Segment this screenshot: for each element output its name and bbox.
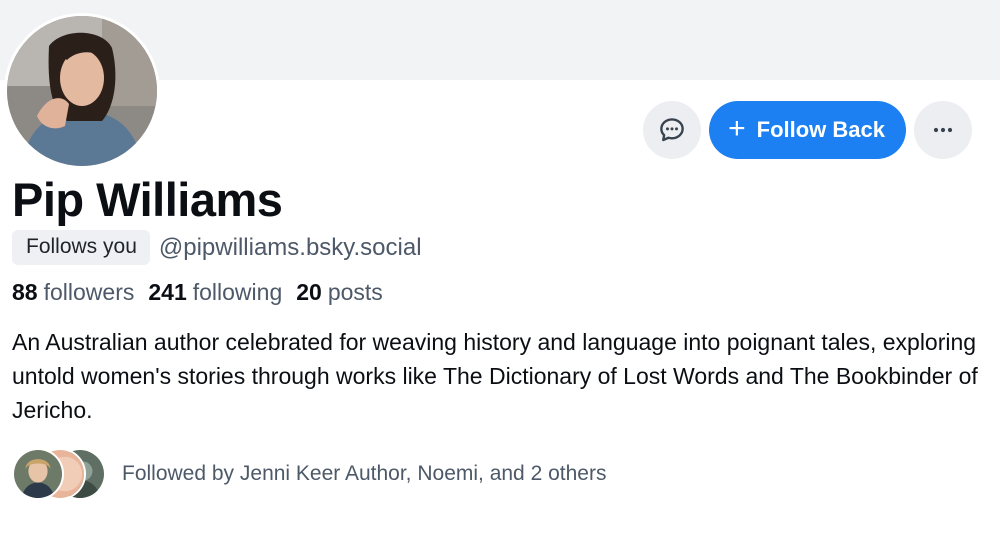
follow-back-button[interactable]: + Follow Back — [709, 101, 906, 159]
followers-count: 88 — [12, 279, 38, 305]
more-options-button[interactable] — [914, 101, 972, 159]
plus-icon: + — [728, 112, 746, 145]
display-name: Pip Williams — [12, 173, 283, 226]
chat-bubble-icon — [660, 118, 684, 142]
follows-you-badge: Follows you — [12, 230, 150, 265]
followers-link[interactable]: 88 followers — [12, 279, 134, 306]
followed-by-row[interactable]: Followed by Jenni Keer Author, Noemi, an… — [12, 448, 606, 500]
profile-avatar[interactable] — [4, 13, 160, 169]
avatar-photo — [7, 16, 157, 166]
follow-back-label: Follow Back — [756, 117, 885, 142]
following-count: 241 — [148, 279, 187, 305]
followers-label: followers — [43, 279, 135, 305]
following-link[interactable]: 241 following — [148, 279, 282, 306]
posts-count: 20 — [296, 279, 322, 305]
message-button[interactable] — [643, 101, 702, 159]
followed-by-text: Followed by Jenni Keer Author, Noemi, an… — [122, 462, 607, 485]
follower-avatar — [12, 448, 64, 500]
handle-row: Follows you @pipwilliams.bsky.social — [12, 230, 422, 265]
profile-actions: + Follow Back — [643, 101, 972, 159]
posts-label: posts — [327, 279, 383, 305]
profile-handle: @pipwilliams.bsky.social — [158, 233, 422, 261]
profile-bio: An Australian author celebrated for weav… — [12, 329, 978, 423]
ellipsis-icon — [933, 127, 953, 133]
following-label: following — [192, 279, 283, 305]
profile-stats: 88 followers 241 following 20 posts — [12, 279, 383, 306]
posts-stat: 20 posts — [296, 279, 383, 306]
followers-avatar-stack — [12, 448, 107, 500]
